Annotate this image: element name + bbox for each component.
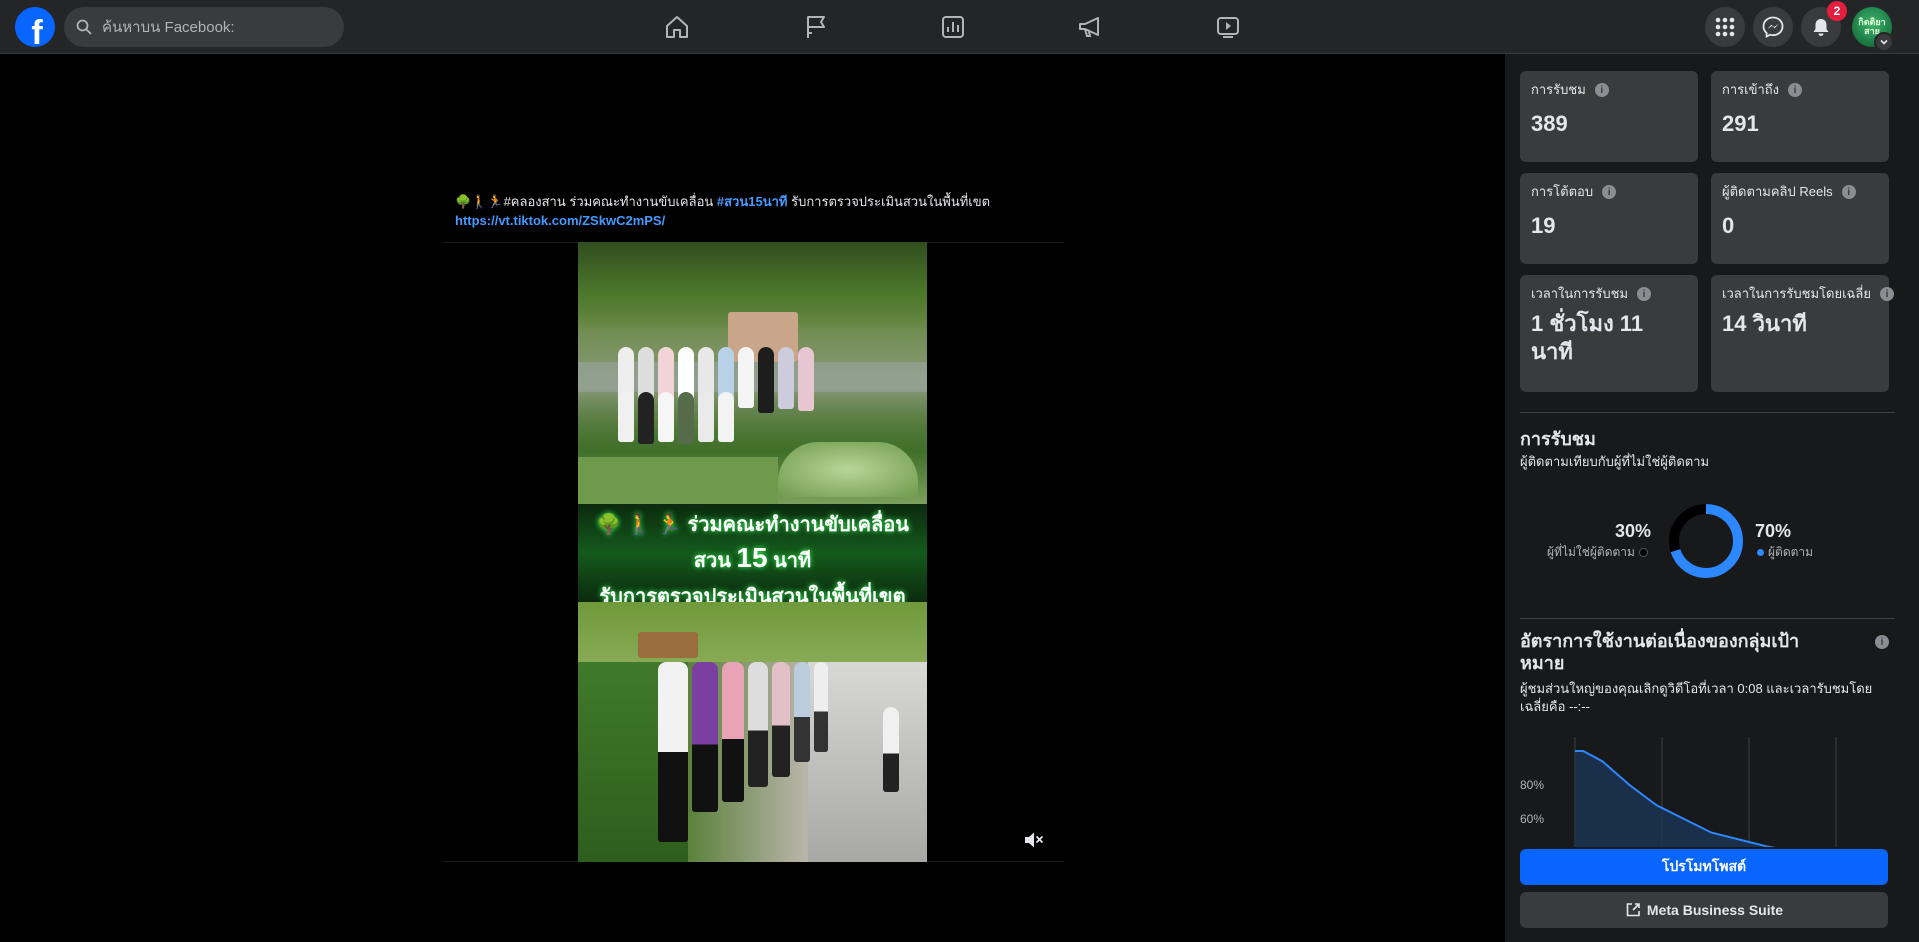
facebook-logo[interactable]: f — [15, 7, 55, 47]
info-icon[interactable]: i — [1841, 185, 1856, 199]
y-tick-label: 80% — [1520, 778, 1544, 792]
meta-business-suite-button[interactable]: Meta Business Suite — [1520, 892, 1888, 928]
menu-grid-icon — [1715, 17, 1735, 37]
chevron-down-icon — [1880, 39, 1888, 45]
retention-section-subtitle: ผู้ชมส่วนใหญ่ของคุณเลิกดูวิดีโอที่เวลา 0… — [1520, 681, 1873, 714]
y-tick-label: 40% — [1520, 846, 1544, 847]
legend-dot — [1757, 549, 1764, 556]
info-icon[interactable]: i — [1594, 83, 1609, 97]
nav-pages[interactable] — [761, 0, 871, 54]
caption-emoji: 🌳🚶🏃 — [455, 194, 504, 209]
nav-insights[interactable] — [898, 0, 1008, 54]
promote-post-button[interactable]: โปรโมทโพสต์ — [1520, 849, 1888, 885]
notifications-button[interactable]: 2 — [1801, 1, 1847, 47]
metric-value: 389 — [1531, 111, 1568, 136]
non-followers-label: ผู้ที่ไม่ใช่ผู้ติดตาม — [1547, 545, 1635, 559]
metric-value: 0 — [1722, 213, 1735, 238]
video-photo-group-garden — [578, 242, 927, 504]
metric-label: การเข้าถึง — [1722, 82, 1780, 97]
metric-label: ผู้ติดตามคลิป Reels — [1722, 184, 1833, 199]
views-section-subtitle: ผู้ติดตามเทียบกับผู้ที่ไม่ใช่ผู้ติดตาม — [1520, 454, 1710, 469]
metric-label: การโต้ตอบ — [1531, 184, 1594, 199]
followers-donut-chart — [1669, 504, 1743, 578]
ads-megaphone-icon — [1079, 17, 1099, 37]
followers-percent: 70% — [1755, 521, 1792, 541]
metric-label: การรับชม — [1531, 82, 1586, 97]
info-icon[interactable]: i — [1875, 635, 1889, 649]
non-followers-percent: 30% — [1615, 521, 1652, 541]
menu-button[interactable] — [1705, 7, 1745, 47]
post-caption: 🌳🚶🏃#คลองสาน ร่วมคณะทำงานขับเคลื่อน #สวน1… — [455, 192, 1055, 230]
video-photo-group-walkway — [578, 602, 927, 862]
external-link-icon — [1626, 903, 1640, 917]
y-tick-label: 60% — [1520, 812, 1544, 826]
reel-video-player[interactable]: 🌳 🚶 🏃 ร่วมคณะทำงานขับเคลื่อน สวน 15 นาที… — [578, 242, 927, 862]
top-navigation-bar: f ค้นหาบน Facebook: 2 กิตติยา สาย — [0, 0, 1919, 54]
non-followers-legend: ผู้ที่ไม่ใช่ผู้ติดตาม — [1547, 543, 1648, 562]
metric-card-reach: การเข้าถึง i 291 — [1711, 71, 1889, 162]
retention-section-title: อัตราการใช้งานต่อเนื่องของกลุ่มเป้า หมาย — [1520, 631, 1800, 673]
video-title-banner: 🌳 🚶 🏃 ร่วมคณะทำงานขับเคลื่อน สวน 15 นาที… — [578, 504, 927, 608]
search-icon — [76, 19, 92, 35]
banner-line-2: สวน 15 นาที — [693, 542, 812, 573]
info-icon[interactable]: i — [1602, 185, 1617, 199]
metric-value: 14 วินาที — [1722, 311, 1807, 336]
meta-business-suite-label: Meta Business Suite — [1646, 902, 1784, 918]
search-input[interactable] — [100, 17, 324, 37]
search-box[interactable] — [64, 7, 344, 47]
insights-chart-icon — [942, 16, 964, 38]
metric-value: 1 ชั่วโมง 11 นาที — [1531, 311, 1644, 364]
legend-dot — [1638, 548, 1648, 557]
mute-button[interactable] — [1023, 831, 1045, 849]
metric-label: เวลาในการรับชม — [1531, 286, 1629, 301]
nav-ads[interactable] — [1035, 0, 1145, 54]
info-icon[interactable]: i — [1637, 287, 1652, 301]
video-watch-icon — [1217, 17, 1239, 38]
metric-card-reels-followers: ผู้ติดตามคลิป Reels i 0 — [1711, 173, 1889, 264]
nav-video[interactable] — [1173, 0, 1283, 54]
section-divider — [1520, 412, 1895, 413]
info-icon[interactable]: i — [1788, 83, 1803, 97]
section-divider — [1520, 618, 1895, 619]
caption-hashtag-link[interactable]: #สวน15นาที — [717, 194, 788, 209]
info-icon[interactable]: i — [1879, 287, 1894, 301]
home-icon — [666, 16, 688, 38]
caption-text: #คลองสาน ร่วมคณะทำงานขับเคลื่อน — [503, 194, 717, 209]
notification-badge: 2 — [1827, 1, 1847, 21]
views-section-title: การรับชม — [1520, 429, 1596, 449]
bell-icon — [1813, 19, 1829, 36]
speaker-muted-icon — [1025, 832, 1043, 848]
metric-value: 291 — [1722, 111, 1759, 136]
followers-label: ผู้ติดตาม — [1768, 545, 1814, 559]
nav-home[interactable] — [622, 0, 732, 54]
metric-value: 19 — [1531, 213, 1556, 238]
caption-tiktok-link[interactable]: https://vt.tiktok.com/ZSkwC2mPS/ — [455, 213, 665, 228]
metric-card-avg-watch-time: เวลาในการรับชมโดยเฉลี่ย i 14 วินาที — [1711, 275, 1894, 392]
banner-line-1: 🌳 🚶 🏃 ร่วมคณะทำงานขับเคลื่อน — [596, 514, 909, 536]
messenger-button[interactable] — [1753, 7, 1793, 47]
account-menu-caret[interactable] — [1874, 32, 1894, 52]
messenger-icon — [1762, 16, 1784, 38]
metric-card-watch-time: เวลาในการรับชม i 1 ชั่วโมง 11 นาที — [1520, 275, 1698, 392]
caption-text-2: รับการตรวจประเมินสวนในพื้นที่เขต — [787, 194, 991, 209]
retention-chart: 80% 60% 40% — [1520, 737, 1837, 847]
metric-card-views: การรับชม i 389 — [1520, 71, 1698, 162]
insights-panel: การรับชม i 389 การเข้าถึง i 291 การโต้ตอบ i… — [1505, 54, 1919, 942]
pages-flag-icon — [807, 16, 825, 38]
metric-label: เวลาในการรับชมโดยเฉลี่ย — [1722, 286, 1871, 301]
metric-card-engagement: การโต้ตอบ i 19 — [1520, 173, 1698, 264]
followers-legend: ผู้ติดตาม — [1757, 543, 1813, 562]
